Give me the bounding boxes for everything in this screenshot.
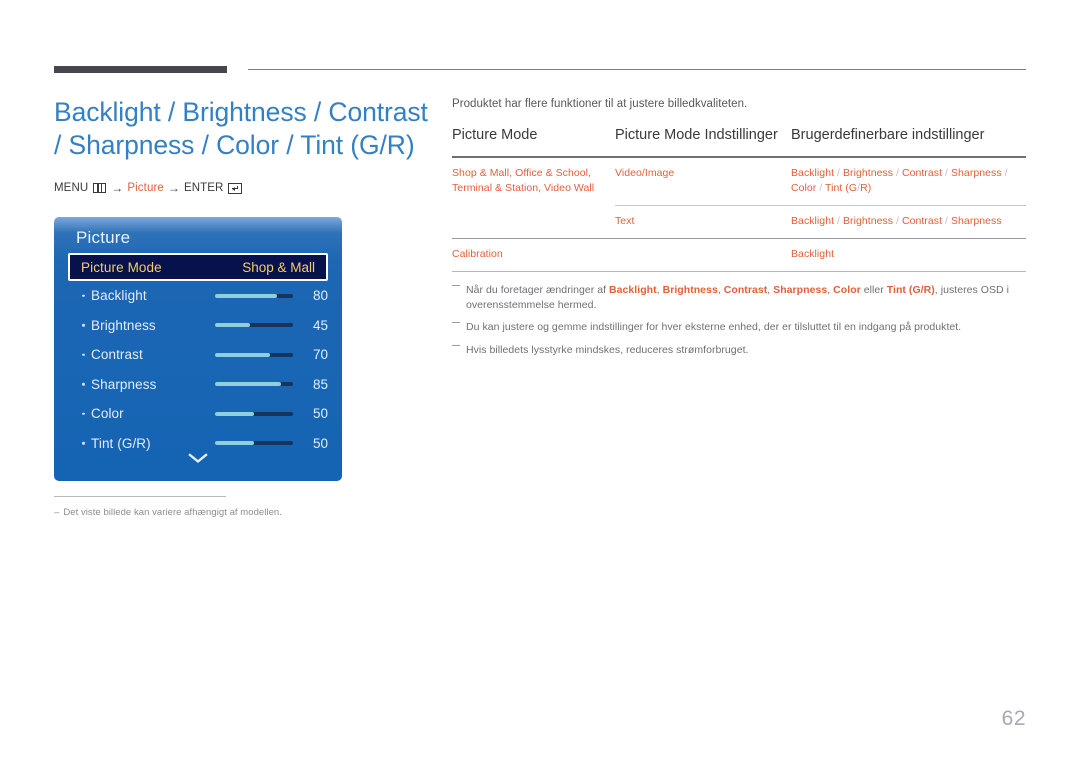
note-dash-icon bbox=[452, 344, 460, 346]
cell-modes-empty bbox=[452, 206, 615, 239]
osd-tint-slider[interactable] bbox=[215, 441, 293, 446]
note-text: Når du foretager ændringer af Backlight,… bbox=[466, 284, 1009, 311]
osd-brightness-slider[interactable] bbox=[215, 323, 293, 328]
osd-sharpness-value: 85 bbox=[312, 376, 328, 392]
osd-contrast-slider[interactable] bbox=[215, 352, 293, 357]
osd-row-color[interactable]: Color 50 bbox=[54, 399, 342, 429]
note-dash-icon bbox=[452, 322, 460, 323]
note-item: Hvis billedets lysstyrke mindskes, reduc… bbox=[452, 343, 1030, 358]
left-footnote: – Det viste billede kan variere afhængigt… bbox=[54, 507, 414, 518]
osd-color-value: 50 bbox=[312, 406, 328, 422]
enter-key-icon bbox=[228, 182, 243, 194]
breadcrumb-arrow-2: → bbox=[167, 181, 180, 195]
cell-modes: Shop & Mall, Office & School, Terminal &… bbox=[452, 167, 595, 194]
osd-scroll-down[interactable] bbox=[54, 451, 342, 465]
table-header-user-settings: Brugerdefinerbare indstillinger bbox=[791, 127, 1026, 158]
osd-sharpness-slider[interactable] bbox=[215, 382, 293, 387]
osd-picture-panel: Picture Picture Mode Shop & Mall Backlig… bbox=[54, 217, 342, 481]
note-item: Du kan justere og gemme indstillinger fo… bbox=[452, 320, 1030, 335]
header-rule-dark bbox=[54, 66, 227, 73]
menu-grid-icon bbox=[93, 183, 107, 193]
osd-contrast-value: 70 bbox=[312, 347, 328, 363]
osd-backlight-value: 80 bbox=[312, 288, 328, 304]
bullet-icon bbox=[82, 383, 85, 386]
table-row: Calibration Backlight bbox=[452, 238, 1026, 272]
table-header-row: Picture Mode Picture Mode Indstillinger … bbox=[452, 127, 1026, 158]
left-note-rule bbox=[54, 496, 226, 497]
osd-brightness-value: 45 bbox=[312, 317, 328, 333]
chevron-down-icon bbox=[188, 453, 208, 464]
right-column: Produktet har flere funktioner til at ju… bbox=[452, 98, 1026, 272]
breadcrumb-picture-label: Picture bbox=[127, 182, 164, 194]
notes-list: Når du foretager ændringer af Backlight,… bbox=[452, 283, 1030, 365]
page-title: Backlight / Brightness / Contrast / Shar… bbox=[54, 96, 434, 162]
osd-backlight-label: Backlight bbox=[91, 288, 147, 304]
osd-row-backlight[interactable]: Backlight 80 bbox=[54, 281, 342, 311]
cell-user-settings: Backlight / Brightness / Contrast / Shar… bbox=[791, 205, 1026, 239]
osd-row-picture-mode[interactable]: Picture Mode Shop & Mall bbox=[68, 253, 328, 281]
osd-picture-mode-value: Shop & Mall bbox=[242, 259, 315, 275]
left-footnote-dash: – bbox=[54, 507, 60, 518]
left-column: Backlight / Brightness / Contrast / Shar… bbox=[54, 96, 434, 196]
note-text: Hvis billedets lysstyrke mindskes, reduc… bbox=[466, 343, 749, 356]
cell-mode-setting: Text bbox=[615, 205, 791, 239]
osd-color-label: Color bbox=[91, 406, 124, 422]
osd-brightness-label: Brightness bbox=[91, 317, 156, 333]
note-item: Når du foretager ændringer af Backlight,… bbox=[452, 283, 1030, 312]
cell-mode-setting bbox=[615, 238, 791, 272]
breadcrumb-enter-label: ENTER bbox=[183, 182, 224, 194]
page-title-line-2: / Sharpness / Color / Tint (G/R) bbox=[54, 130, 415, 160]
cell-mode-setting: Video/Image bbox=[615, 167, 675, 179]
osd-picture-mode-label: Picture Mode bbox=[81, 259, 162, 275]
osd-row-brightness[interactable]: Brightness 45 bbox=[54, 311, 342, 341]
intro-text: Produktet har flere funktioner til at ju… bbox=[452, 98, 748, 110]
osd-backlight-slider[interactable] bbox=[215, 293, 293, 298]
osd-row-sharpness[interactable]: Sharpness 85 bbox=[54, 370, 342, 400]
bullet-icon bbox=[82, 353, 85, 356]
note-dash-icon bbox=[452, 285, 460, 286]
osd-contrast-label: Contrast bbox=[91, 347, 143, 363]
breadcrumb-menu-label: MENU bbox=[54, 182, 89, 194]
header-rule-thin bbox=[248, 69, 1026, 70]
table-row: Text Backlight / Brightness / Contrast /… bbox=[452, 205, 1026, 239]
bullet-icon bbox=[82, 442, 85, 445]
osd-tint-value: 50 bbox=[312, 435, 328, 451]
page-title-line-1: Backlight / Brightness / Contrast bbox=[54, 97, 428, 127]
table-header-picture-mode-settings: Picture Mode Indstillinger bbox=[615, 127, 791, 158]
bullet-icon bbox=[82, 294, 85, 297]
cell-modes: Calibration bbox=[452, 238, 615, 272]
osd-row-contrast[interactable]: Contrast 70 bbox=[54, 340, 342, 370]
cell-user-settings: Backlight bbox=[791, 238, 1026, 272]
osd-row-list: Picture Mode Shop & Mall Backlight 80 Br… bbox=[54, 253, 342, 458]
bullet-icon bbox=[82, 412, 85, 415]
note-text: Du kan justere og gemme indstillinger fo… bbox=[466, 321, 962, 333]
left-footnote-text: Det viste billede kan variere afhængigt … bbox=[63, 507, 282, 518]
bullet-icon bbox=[82, 324, 85, 327]
osd-color-slider[interactable] bbox=[215, 411, 293, 416]
osd-title: Picture bbox=[76, 228, 131, 247]
table-row: Shop & Mall, Office & School, Terminal &… bbox=[452, 157, 1026, 206]
picture-mode-table: Picture Mode Picture Mode Indstillinger … bbox=[452, 127, 1026, 272]
osd-sharpness-label: Sharpness bbox=[91, 376, 157, 392]
breadcrumb-arrow-1: → bbox=[111, 181, 124, 195]
page-number: 62 bbox=[1001, 707, 1026, 730]
table-header-picture-mode: Picture Mode bbox=[452, 127, 615, 158]
breadcrumb: MENU → Picture → ENTER bbox=[54, 180, 434, 196]
cell-user-settings: Backlight / Brightness / Contrast / Shar… bbox=[791, 167, 1008, 194]
osd-tint-label: Tint (G/R) bbox=[91, 435, 151, 451]
